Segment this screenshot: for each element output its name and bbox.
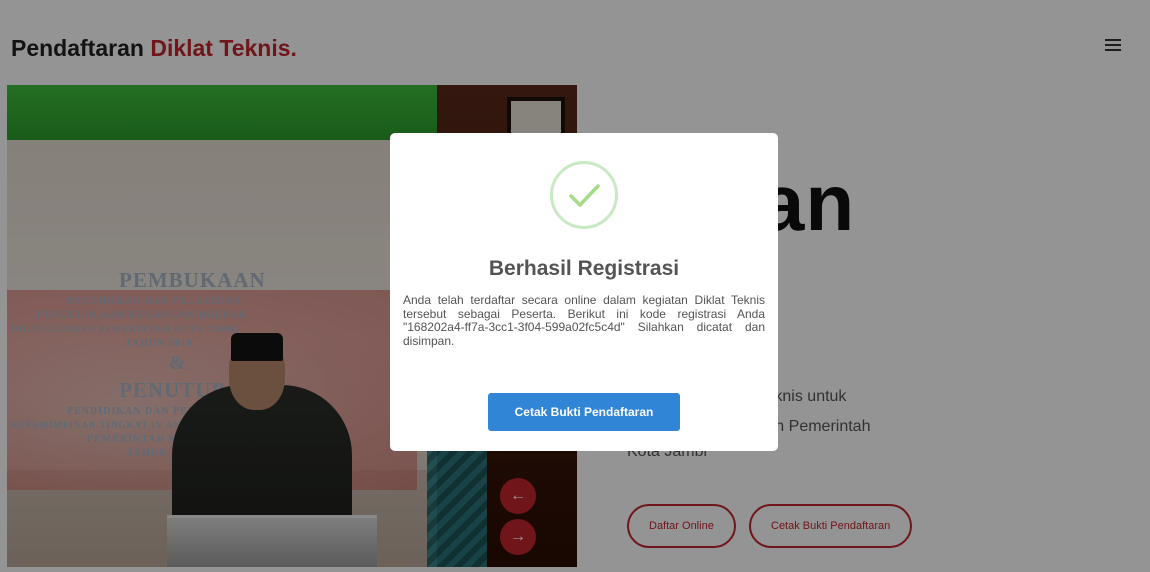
dialog-title: Berhasil Registrasi [488,257,680,280]
cetak-bukti-pendaftaran-button[interactable]: Cetak Bukti Pendaftaran [488,393,680,431]
success-check-circle [550,161,618,229]
check-icon [569,184,600,207]
success-dialog: Berhasil Registrasi Anda telah terdaftar… [390,133,778,451]
dialog-message: Anda telah terdaftar secara online dalam… [403,293,765,348]
